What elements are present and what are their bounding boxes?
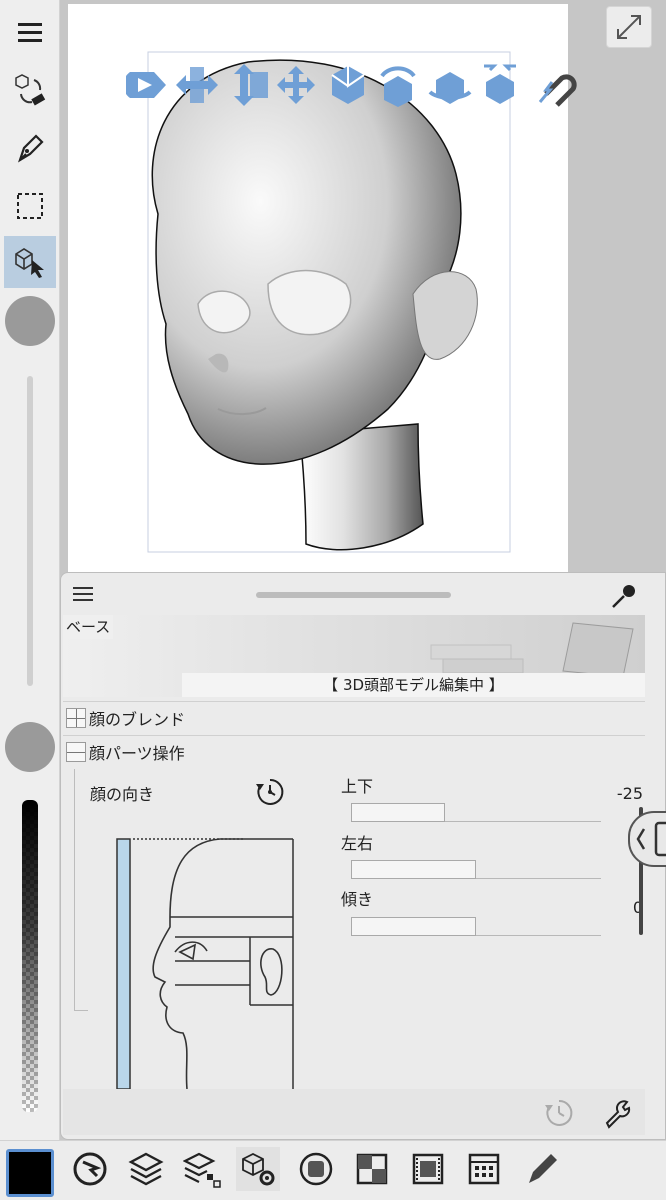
panel-footer	[63, 1089, 645, 1135]
material-icon	[356, 1153, 388, 1185]
layer-property-icon	[183, 1152, 221, 1188]
operation-icon-bar	[123, 62, 586, 108]
pen-nib-icon	[18, 134, 44, 163]
layer-property-button[interactable]	[180, 1147, 224, 1191]
transform-eraser-icon	[15, 74, 46, 106]
slider-tilt[interactable]	[351, 917, 601, 936]
main-color-swatch[interactable]	[6, 1149, 54, 1197]
face-direction-label: 顔の向き	[90, 785, 155, 804]
rotate-y-icon[interactable]	[380, 66, 416, 107]
slider-fill	[351, 917, 476, 936]
pin-icon[interactable]	[609, 579, 641, 611]
slider-leftright[interactable]	[351, 860, 601, 879]
base-caption: 【 3D頭部モデル編集中 】	[182, 673, 645, 697]
move-z-icon[interactable]	[234, 64, 268, 106]
selection-tool[interactable]	[4, 180, 56, 232]
tool-property-button[interactable]	[236, 1147, 280, 1191]
navigator-icon	[73, 1152, 107, 1186]
base-label: ベース	[63, 615, 114, 639]
layers-button[interactable]	[124, 1147, 168, 1191]
collapse-minus-icon[interactable]	[66, 741, 86, 762]
brush-button[interactable]	[520, 1147, 564, 1191]
rotate-z-icon[interactable]	[428, 72, 472, 104]
canvas-area[interactable]	[60, 0, 666, 575]
section-title: 顔パーツ操作	[89, 743, 185, 763]
brush-size-knob[interactable]	[5, 296, 55, 346]
move-x-icon[interactable]	[123, 72, 166, 98]
layers-icon	[128, 1152, 164, 1186]
opacity-slider[interactable]	[22, 800, 38, 1112]
transform-eraser-tool[interactable]	[4, 64, 56, 116]
section-face-parts[interactable]: 顔パーツ操作	[63, 735, 645, 767]
slider-updown[interactable]	[351, 803, 601, 822]
animation-button[interactable]	[406, 1147, 450, 1191]
face-edit-panel: ベース 【 3D頭部モデル編集中 】 顔のブレンド 顔パーツ操作 顔の向き 上下…	[60, 572, 666, 1140]
slider-label-leftright: 左右	[341, 834, 374, 853]
slider-value-updown: -25	[616, 784, 643, 803]
panel-header	[61, 573, 665, 615]
pen-tool[interactable]	[4, 122, 56, 174]
base-banner: ベース 【 3D頭部モデル編集中 】	[63, 615, 645, 697]
expand-plus-icon[interactable]	[66, 707, 86, 728]
side-collapse-button[interactable]	[628, 811, 666, 867]
snap-magnet-icon[interactable]	[538, 74, 577, 107]
move-xy-icon[interactable]	[176, 67, 218, 103]
menu-button[interactable]	[4, 6, 56, 58]
face-direction-diagram[interactable]	[115, 837, 295, 1089]
timeline-icon	[468, 1153, 500, 1185]
expand-canvas-button[interactable]	[606, 6, 652, 48]
panel-menu-icon[interactable]	[71, 583, 95, 605]
tool-property-icon	[242, 1152, 275, 1186]
material-button[interactable]	[350, 1147, 394, 1191]
tree-connector	[74, 769, 88, 1011]
brush-icon	[529, 1154, 557, 1183]
opacity-knob[interactable]	[5, 722, 55, 772]
slider-label-tilt: 傾き	[341, 890, 374, 909]
section-face-blend[interactable]: 顔のブレンド	[63, 701, 645, 733]
animation-icon	[412, 1153, 444, 1185]
reset-direction-icon[interactable]	[254, 776, 286, 808]
rotate-free-icon[interactable]	[277, 66, 315, 104]
section-title: 顔のブレンド	[89, 709, 186, 729]
bottom-toolbar	[0, 1140, 666, 1200]
slider-fill	[351, 860, 476, 879]
sub-tool-button[interactable]	[294, 1147, 338, 1191]
navigator-button[interactable]	[68, 1147, 112, 1191]
selection-icon	[17, 193, 43, 219]
object-tool[interactable]	[4, 236, 56, 288]
wrench-icon[interactable]	[601, 1097, 633, 1129]
sub-tool-icon	[299, 1152, 333, 1186]
panel-drag-handle[interactable]	[256, 592, 451, 598]
chevron-left-icon	[636, 821, 666, 857]
rotate-x-icon[interactable]	[331, 66, 365, 104]
slider-label-updown: 上下	[341, 777, 374, 796]
timeline-button[interactable]	[462, 1147, 506, 1191]
slider-fill	[351, 803, 445, 822]
expand-icon	[617, 15, 641, 39]
scale-icon[interactable]	[484, 64, 516, 104]
menu-icon	[18, 23, 42, 42]
reset-icon[interactable]	[543, 1097, 575, 1129]
object-select-icon	[15, 248, 44, 278]
brush-size-slider[interactable]	[27, 376, 33, 686]
left-toolbar	[0, 0, 60, 1140]
